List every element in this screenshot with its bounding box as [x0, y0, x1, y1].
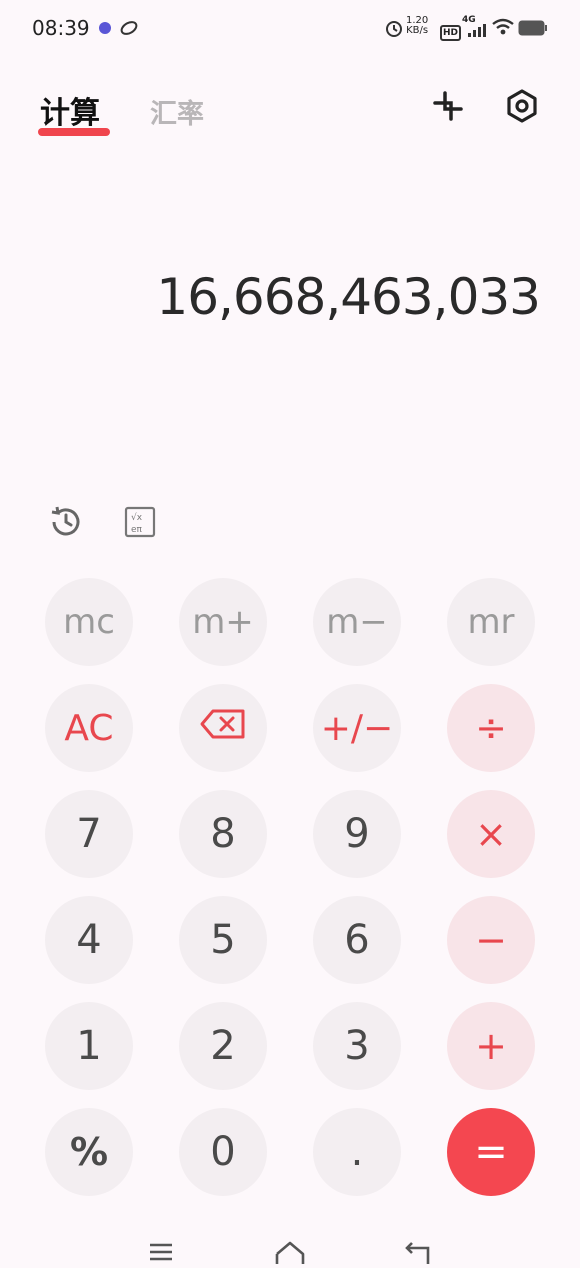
result-display: 16,668,463,033	[156, 268, 541, 326]
key-memory-add[interactable]: m+	[179, 578, 267, 666]
nav-back-button[interactable]	[398, 1240, 438, 1264]
status-time: 08:39	[32, 16, 90, 40]
key-backspace[interactable]	[179, 684, 267, 772]
settings-hex-icon	[505, 89, 539, 127]
alarm-icon	[384, 18, 404, 42]
key-subtract[interactable]: −	[447, 896, 535, 984]
key-5[interactable]: 5	[179, 896, 267, 984]
history-button[interactable]	[46, 504, 86, 544]
key-6[interactable]: 6	[313, 896, 401, 984]
hd-badge-text: HD	[440, 25, 462, 41]
battery-icon	[518, 20, 548, 40]
key-memory-clear[interactable]: mc	[45, 578, 133, 666]
key-7[interactable]: 7	[45, 790, 133, 878]
key-divide[interactable]: ÷	[447, 684, 535, 772]
key-9[interactable]: 9	[313, 790, 401, 878]
key-0[interactable]: 0	[179, 1108, 267, 1196]
status-bar: 08:39 1.20 KB/s HD 4G	[0, 0, 580, 56]
scientific-icon: √x eπ	[124, 506, 156, 542]
svg-text:√x: √x	[131, 512, 143, 523]
history-icon	[48, 504, 84, 544]
hd-badge: HD	[440, 20, 462, 41]
nav-menu-button[interactable]	[141, 1240, 181, 1264]
key-equals[interactable]: =	[447, 1108, 535, 1196]
key-2[interactable]: 2	[179, 1002, 267, 1090]
tab-active-indicator	[38, 128, 110, 136]
speed-unit: KB/s	[406, 25, 429, 36]
key-memory-recall[interactable]: mr	[447, 578, 535, 666]
key-1[interactable]: 1	[45, 1002, 133, 1090]
key-percent[interactable]: %	[45, 1108, 133, 1196]
tab-calculate[interactable]: 计算	[40, 88, 100, 132]
key-add[interactable]: +	[447, 1002, 535, 1090]
crop-plus-icon	[431, 89, 465, 127]
network-speed: 1.20 KB/s	[406, 16, 428, 36]
settings-button[interactable]	[500, 86, 544, 130]
key-4[interactable]: 4	[45, 896, 133, 984]
orbit-app-icon	[120, 19, 138, 41]
key-memory-subtract[interactable]: m−	[313, 578, 401, 666]
key-all-clear[interactable]: AC	[45, 684, 133, 772]
key-multiply[interactable]: ×	[447, 790, 535, 878]
nav-home-button[interactable]	[270, 1240, 310, 1264]
backspace-icon	[199, 708, 247, 749]
crop-plus-button[interactable]	[426, 86, 470, 130]
key-toggle-sign[interactable]: +/−	[313, 684, 401, 772]
notification-app-icon	[98, 20, 112, 39]
key-8[interactable]: 8	[179, 790, 267, 878]
svg-text:eπ: eπ	[131, 525, 143, 535]
tab-exchange-rate[interactable]: 汇率	[150, 92, 204, 131]
scientific-button[interactable]: √x eπ	[120, 504, 160, 544]
key-decimal[interactable]: .	[313, 1108, 401, 1196]
key-3[interactable]: 3	[313, 1002, 401, 1090]
wifi-icon	[492, 18, 514, 40]
signal-icon	[468, 22, 488, 41]
